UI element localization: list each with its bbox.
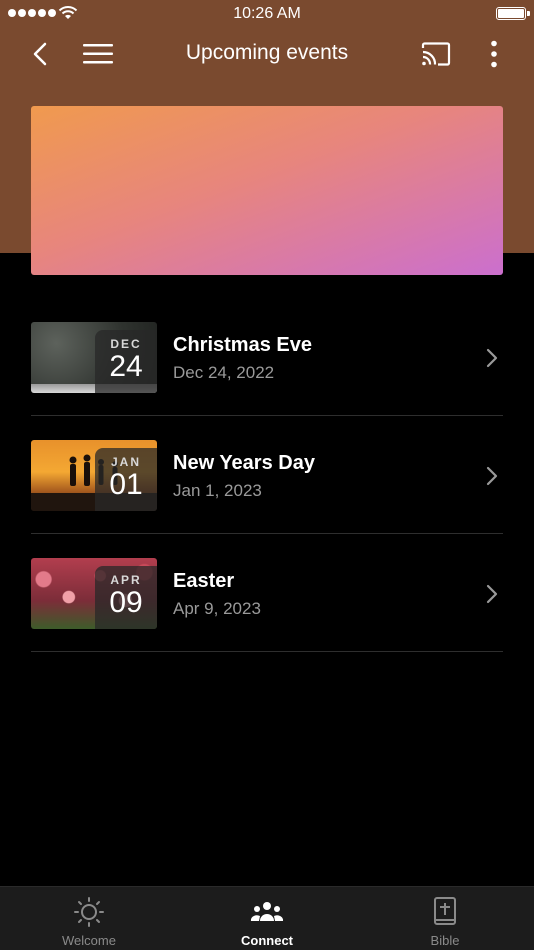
badge-day: 24 xyxy=(109,350,143,383)
event-date: Jan 1, 2023 xyxy=(173,481,262,500)
event-thumbnail: JAN 01 xyxy=(31,440,157,511)
cast-icon xyxy=(421,42,451,66)
event-title: New Years Day xyxy=(173,452,315,474)
chevron-right-icon xyxy=(486,466,498,486)
page-title: Upcoming events xyxy=(185,41,349,64)
badge-day: 09 xyxy=(109,586,143,619)
chevron-left-icon xyxy=(33,42,47,66)
chevron-right-icon xyxy=(486,348,498,368)
sun-icon xyxy=(72,897,106,927)
date-badge: APR 09 xyxy=(95,566,157,629)
event-list: DEC 24 Christmas Eve Dec 24, 2022 JAN 01… xyxy=(31,298,503,652)
tab-bar: Welcome Connect Bible xyxy=(0,886,534,950)
badge-month: JAN xyxy=(110,455,141,469)
badge-month: APR xyxy=(110,573,142,587)
status-time: 10:26 AM xyxy=(233,5,301,22)
more-vertical-icon xyxy=(491,40,497,68)
event-date: Dec 24, 2022 xyxy=(173,363,275,382)
event-title: Easter xyxy=(173,570,235,592)
battery-icon xyxy=(496,7,530,20)
badge-month: DEC xyxy=(110,337,142,351)
event-title: Christmas Eve xyxy=(173,334,312,356)
bible-icon xyxy=(428,897,462,927)
tab-label: Connect xyxy=(241,933,293,948)
tab-connect[interactable]: Connect xyxy=(178,887,356,950)
tab-bible[interactable]: Bible xyxy=(356,887,534,950)
event-thumbnail: APR 09 xyxy=(31,558,157,629)
event-thumbnail: DEC 24 xyxy=(31,322,157,393)
back-button[interactable] xyxy=(22,36,58,72)
more-options-button[interactable] xyxy=(476,36,512,72)
hero-banner-image xyxy=(31,106,503,275)
event-item-christmas-eve[interactable]: DEC 24 Christmas Eve Dec 24, 2022 xyxy=(31,298,503,416)
tab-label: Welcome xyxy=(62,933,116,948)
event-item-easter[interactable]: APR 09 Easter Apr 9, 2023 xyxy=(31,534,503,652)
cast-button[interactable] xyxy=(416,36,456,72)
event-date: Apr 9, 2023 xyxy=(173,599,261,618)
tab-welcome[interactable]: Welcome xyxy=(0,887,178,950)
date-badge: DEC 24 xyxy=(95,330,157,393)
people-icon xyxy=(250,897,284,927)
date-badge: JAN 01 xyxy=(95,448,157,511)
tab-label: Bible xyxy=(430,933,460,948)
badge-day: 01 xyxy=(109,468,143,501)
menu-button[interactable] xyxy=(78,36,118,72)
status-bar: 10:26 AM xyxy=(0,0,534,28)
hamburger-menu-icon xyxy=(83,44,113,64)
event-item-new-years-day[interactable]: JAN 01 New Years Day Jan 1, 2023 xyxy=(31,416,503,534)
chevron-right-icon xyxy=(486,584,498,604)
